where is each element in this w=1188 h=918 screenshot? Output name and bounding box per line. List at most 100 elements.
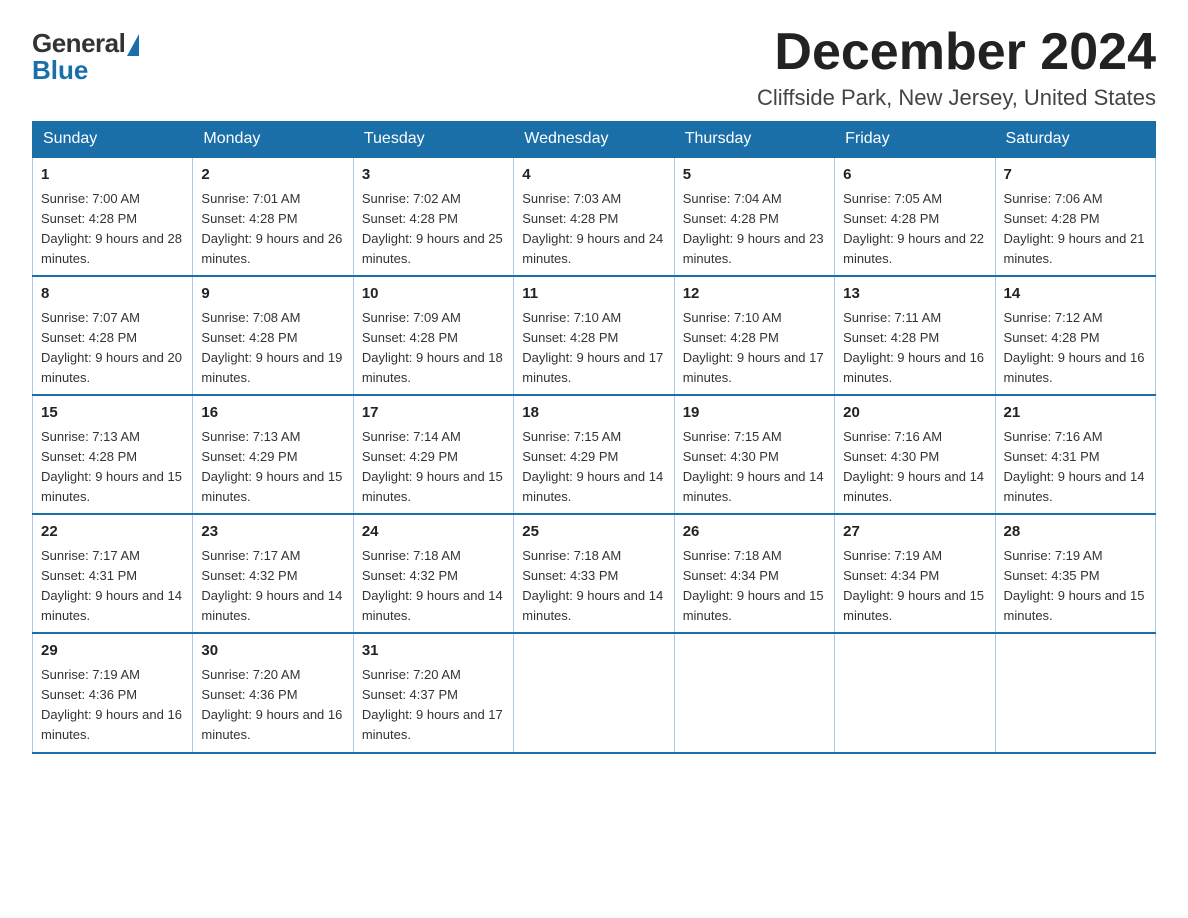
day-info: Sunrise: 7:07 AMSunset: 4:28 PMDaylight:…	[41, 310, 182, 385]
col-header-monday: Monday	[193, 122, 353, 158]
day-cell: 20 Sunrise: 7:16 AMSunset: 4:30 PMDayligh…	[835, 395, 995, 514]
day-info: Sunrise: 7:02 AMSunset: 4:28 PMDaylight:…	[362, 191, 503, 266]
day-info: Sunrise: 7:17 AMSunset: 4:31 PMDaylight:…	[41, 548, 182, 623]
day-cell	[835, 633, 995, 752]
day-number: 6	[843, 164, 986, 187]
day-cell: 21 Sunrise: 7:16 AMSunset: 4:31 PMDayligh…	[995, 395, 1155, 514]
day-info: Sunrise: 7:13 AMSunset: 4:29 PMDaylight:…	[201, 429, 342, 504]
day-cell: 29 Sunrise: 7:19 AMSunset: 4:36 PMDayligh…	[33, 633, 193, 752]
day-info: Sunrise: 7:06 AMSunset: 4:28 PMDaylight:…	[1004, 191, 1145, 266]
day-cell: 18 Sunrise: 7:15 AMSunset: 4:29 PMDayligh…	[514, 395, 674, 514]
week-row-4: 22 Sunrise: 7:17 AMSunset: 4:31 PMDayligh…	[33, 514, 1156, 633]
logo-triangle-icon	[127, 34, 139, 56]
day-number: 8	[41, 283, 184, 306]
day-cell: 7 Sunrise: 7:06 AMSunset: 4:28 PMDaylight…	[995, 157, 1155, 276]
day-cell: 23Sunrise: 7:17 AMSunset: 4:32 PMDayligh…	[193, 514, 353, 633]
day-info: Sunrise: 7:20 AMSunset: 4:37 PMDaylight:…	[362, 667, 503, 742]
day-number: 18	[522, 402, 665, 425]
day-number: 25	[522, 521, 665, 544]
day-number: 5	[683, 164, 826, 187]
day-info: Sunrise: 7:20 AMSunset: 4:36 PMDaylight:…	[201, 667, 342, 742]
day-cell: 26 Sunrise: 7:18 AMSunset: 4:34 PMDayligh…	[674, 514, 834, 633]
day-info: Sunrise: 7:15 AMSunset: 4:29 PMDaylight:…	[522, 429, 663, 504]
logo: General Blue	[32, 24, 139, 86]
day-number: 9	[201, 283, 344, 306]
day-number: 27	[843, 521, 986, 544]
day-number: 2	[201, 164, 344, 187]
day-number: 11	[522, 283, 665, 306]
day-number: 3	[362, 164, 505, 187]
day-cell	[995, 633, 1155, 752]
day-cell: 5 Sunrise: 7:04 AMSunset: 4:28 PMDaylight…	[674, 157, 834, 276]
day-info: Sunrise: 7:19 AMSunset: 4:35 PMDaylight:…	[1004, 548, 1145, 623]
day-cell: 25Sunrise: 7:18 AMSunset: 4:33 PMDayligh…	[514, 514, 674, 633]
week-row-5: 29 Sunrise: 7:19 AMSunset: 4:36 PMDayligh…	[33, 633, 1156, 752]
day-number: 30	[201, 640, 344, 663]
day-info: Sunrise: 7:12 AMSunset: 4:28 PMDaylight:…	[1004, 310, 1145, 385]
day-number: 15	[41, 402, 184, 425]
day-info: Sunrise: 7:18 AMSunset: 4:34 PMDaylight:…	[683, 548, 824, 623]
day-cell: 6Sunrise: 7:05 AMSunset: 4:28 PMDaylight…	[835, 157, 995, 276]
day-info: Sunrise: 7:16 AMSunset: 4:30 PMDaylight:…	[843, 429, 984, 504]
day-cell: 8 Sunrise: 7:07 AMSunset: 4:28 PMDaylight…	[33, 276, 193, 395]
col-header-saturday: Saturday	[995, 122, 1155, 158]
day-info: Sunrise: 7:04 AMSunset: 4:28 PMDaylight:…	[683, 191, 824, 266]
col-header-sunday: Sunday	[33, 122, 193, 158]
day-cell: 14 Sunrise: 7:12 AMSunset: 4:28 PMDayligh…	[995, 276, 1155, 395]
week-row-1: 1Sunrise: 7:00 AMSunset: 4:28 PMDaylight…	[33, 157, 1156, 276]
day-number: 31	[362, 640, 505, 663]
col-header-tuesday: Tuesday	[353, 122, 513, 158]
day-info: Sunrise: 7:08 AMSunset: 4:28 PMDaylight:…	[201, 310, 342, 385]
col-header-wednesday: Wednesday	[514, 122, 674, 158]
day-number: 20	[843, 402, 986, 425]
day-cell: 19 Sunrise: 7:15 AMSunset: 4:30 PMDayligh…	[674, 395, 834, 514]
day-cell: 22 Sunrise: 7:17 AMSunset: 4:31 PMDayligh…	[33, 514, 193, 633]
location-title: Cliffside Park, New Jersey, United State…	[757, 85, 1156, 111]
day-cell: 24Sunrise: 7:18 AMSunset: 4:32 PMDayligh…	[353, 514, 513, 633]
day-number: 21	[1004, 402, 1147, 425]
day-info: Sunrise: 7:10 AMSunset: 4:28 PMDaylight:…	[683, 310, 824, 385]
day-info: Sunrise: 7:14 AMSunset: 4:29 PMDaylight:…	[362, 429, 503, 504]
day-number: 26	[683, 521, 826, 544]
day-number: 1	[41, 164, 184, 187]
month-title: December 2024	[757, 24, 1156, 81]
day-info: Sunrise: 7:19 AMSunset: 4:34 PMDaylight:…	[843, 548, 984, 623]
day-cell: 13 Sunrise: 7:11 AMSunset: 4:28 PMDayligh…	[835, 276, 995, 395]
day-cell: 3 Sunrise: 7:02 AMSunset: 4:28 PMDaylight…	[353, 157, 513, 276]
day-cell: 9 Sunrise: 7:08 AMSunset: 4:28 PMDaylight…	[193, 276, 353, 395]
day-cell	[674, 633, 834, 752]
col-header-friday: Friday	[835, 122, 995, 158]
day-number: 16	[201, 402, 344, 425]
day-cell: 15 Sunrise: 7:13 AMSunset: 4:28 PMDayligh…	[33, 395, 193, 514]
day-cell	[514, 633, 674, 752]
day-cell: 27 Sunrise: 7:19 AMSunset: 4:34 PMDayligh…	[835, 514, 995, 633]
day-number: 13	[843, 283, 986, 306]
day-cell: 12 Sunrise: 7:10 AMSunset: 4:28 PMDayligh…	[674, 276, 834, 395]
day-info: Sunrise: 7:10 AMSunset: 4:28 PMDaylight:…	[522, 310, 663, 385]
day-info: Sunrise: 7:03 AMSunset: 4:28 PMDaylight:…	[522, 191, 663, 266]
day-number: 29	[41, 640, 184, 663]
day-cell: 11 Sunrise: 7:10 AMSunset: 4:28 PMDayligh…	[514, 276, 674, 395]
day-number: 19	[683, 402, 826, 425]
page-header: General Blue December 2024 Cliffside Par…	[32, 24, 1156, 111]
logo-blue-text: Blue	[32, 55, 88, 86]
day-info: Sunrise: 7:16 AMSunset: 4:31 PMDaylight:…	[1004, 429, 1145, 504]
day-info: Sunrise: 7:01 AMSunset: 4:28 PMDaylight:…	[201, 191, 342, 266]
title-block: December 2024 Cliffside Park, New Jersey…	[757, 24, 1156, 111]
day-cell: 2 Sunrise: 7:01 AMSunset: 4:28 PMDaylight…	[193, 157, 353, 276]
col-header-thursday: Thursday	[674, 122, 834, 158]
day-info: Sunrise: 7:11 AMSunset: 4:28 PMDaylight:…	[843, 310, 984, 385]
day-cell: 4Sunrise: 7:03 AMSunset: 4:28 PMDaylight…	[514, 157, 674, 276]
day-number: 10	[362, 283, 505, 306]
day-number: 12	[683, 283, 826, 306]
day-number: 22	[41, 521, 184, 544]
day-cell: 30 Sunrise: 7:20 AMSunset: 4:36 PMDayligh…	[193, 633, 353, 752]
day-info: Sunrise: 7:15 AMSunset: 4:30 PMDaylight:…	[683, 429, 824, 504]
day-info: Sunrise: 7:09 AMSunset: 4:28 PMDaylight:…	[362, 310, 503, 385]
day-number: 14	[1004, 283, 1147, 306]
day-info: Sunrise: 7:13 AMSunset: 4:28 PMDaylight:…	[41, 429, 182, 504]
day-number: 7	[1004, 164, 1147, 187]
day-info: Sunrise: 7:19 AMSunset: 4:36 PMDaylight:…	[41, 667, 182, 742]
day-number: 17	[362, 402, 505, 425]
day-number: 24	[362, 521, 505, 544]
